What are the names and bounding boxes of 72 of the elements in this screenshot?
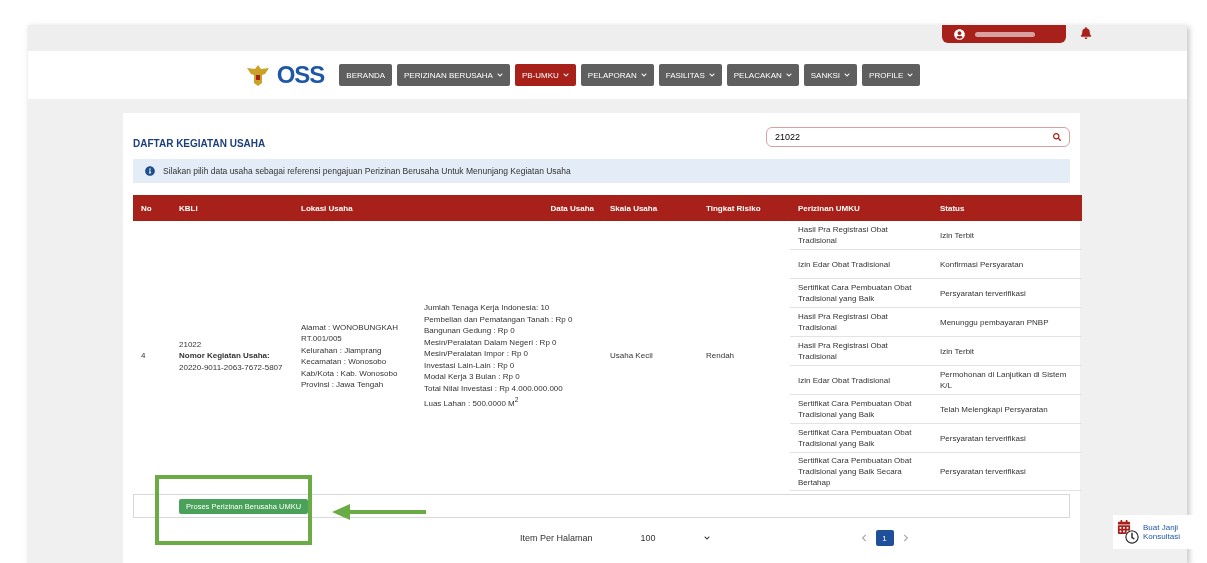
permit-status: Izin Terbit — [939, 229, 976, 242]
business-number: 20220-9011-2063-7672-5807 — [179, 361, 284, 374]
permit-name: Izin Edar Obat Tradisional — [797, 258, 892, 271]
column-header: Tingkat Risiko — [698, 195, 790, 221]
permit-status: Telah Melengkapi Persyaratan — [939, 403, 1049, 416]
table-cell-text: Rendah — [706, 350, 736, 362]
business-data-line: Modal Kerja 3 Bulan : Rp 0 — [424, 371, 521, 383]
permit-status: Persyaratan terverifikasi — [939, 287, 1027, 300]
page-button[interactable]: 1 — [875, 530, 894, 546]
permit-status: Persyaratan terverifikasi — [939, 466, 1027, 478]
nav-button[interactable]: PROFILE — [862, 64, 921, 86]
column-header: Data Usaha — [416, 195, 602, 221]
location-line: Kelurahan : Jlamprang — [301, 344, 383, 356]
search-field[interactable]: 21022 — [766, 127, 1070, 147]
info-icon — [145, 166, 155, 176]
calendar-clock-icon — [1117, 520, 1139, 544]
business-data-line: Mesin/Peralatan Dalam Negeri : Rp 0 — [424, 336, 558, 349]
permit-name: Sertifikat Cara Pembuatan Obat Tradisional yang Baik — [797, 427, 913, 450]
section-title: DAFTAR KEGIATAN USAHA — [133, 137, 266, 149]
location-line: Kecamatan : Wonosobo — [301, 356, 388, 368]
business-data-line: Bangunan Gedung : Rp 0 — [424, 325, 516, 337]
nav-button[interactable]: PELACAKAN — [726, 64, 799, 86]
per-page-select[interactable]: 100 — [640, 533, 656, 543]
permit-status: Persyaratan terverifikasi — [939, 432, 1027, 445]
permit-name: Hasil Pra Registrasi Obat Tradisional — [797, 224, 889, 247]
business-data-line: Total Nilai Investasi : Rp 4.000.000.000 — [424, 382, 564, 395]
column-header: No — [133, 195, 171, 221]
location-line: Provinsi : Jawa Tengah — [301, 379, 385, 391]
field-label: Nomor Kegiatan Usaha: — [179, 350, 271, 362]
user-menu[interactable] — [942, 25, 1066, 43]
permit-name: Sertifikat Cara Pembuatan Obat Tradisional yang Baik Secara Bertahap — [797, 455, 913, 489]
business-data-line: Jumlah Tenaga Kerja Indonesia: 10 — [424, 302, 551, 314]
permit-name: Hasil Pra Registrasi Obat Tradisional — [797, 340, 889, 363]
column-header: Skala Usaha — [602, 195, 698, 221]
permit-status: Permohonan di Lanjutkan di Sistem K/L — [939, 369, 1068, 392]
nav-button[interactable]: FASILITAS — [658, 64, 722, 86]
search-input[interactable]: 21022 — [775, 129, 1053, 145]
permit-status: Izin Terbit — [939, 345, 976, 358]
permit-name: Sertifikat Cara Pembuatan Obat Tradisional yang Baik — [797, 282, 913, 305]
table-cell-text: Usaha Kecil — [610, 350, 654, 362]
bell-icon[interactable] — [1080, 27, 1092, 39]
column-header: Lokasi Usaha — [293, 195, 416, 221]
nav-button[interactable]: BERANDA — [339, 64, 393, 86]
per-page-label: Item Per Halaman — [520, 533, 593, 543]
permit-status: Konfirmasi Persyaratan — [939, 258, 1025, 271]
nav-button[interactable]: SANKSI — [803, 64, 858, 86]
blurred-username — [975, 31, 1035, 37]
business-data-line: Pembelian dan Pematangan Tanah : Rp 0 — [424, 313, 574, 326]
eagle-emblem-icon — [244, 63, 271, 87]
business-data-line: Mesin/Peralatan Impor : Rp 0 — [424, 348, 530, 360]
permit-status: Menunggu pembayaran PNBP — [939, 316, 1050, 329]
chevron-icon — [703, 535, 710, 541]
table-cell-text: 4 — [141, 350, 147, 362]
nav-button[interactable]: PB-UMKU — [514, 64, 576, 86]
user-icon — [954, 28, 965, 40]
nav-button[interactable]: PERIZINAN BERUSAHA — [397, 64, 510, 86]
business-data-line: Investasi Lain-Lain : Rp 0 — [424, 359, 516, 372]
business-data-line: Luas Lahan : 500.0000 M$^{2}$ — [424, 395, 520, 410]
location-line: Alamat : WONOBUNGKAH RT.001/005 — [301, 321, 399, 345]
search-icon[interactable] — [1053, 133, 1061, 141]
brand-logo[interactable]: OSS — [276, 61, 325, 89]
permit-name: Hasil Pra Registrasi Obat Tradisional — [797, 311, 889, 334]
info-text: Silakan pilih data usaha sebagai referensi pengajuan Perizinan Berusaha Untuk Menunjang Kegiatan Usaha — [163, 166, 571, 176]
column-header: KBLI — [171, 195, 293, 221]
location-line: Kab/Kota : Kab. Wonosobo — [301, 367, 399, 379]
nav-button[interactable]: PELAPORAN — [580, 64, 654, 86]
column-header: Status — [932, 195, 1082, 221]
kbli-code: 21022 — [179, 338, 203, 351]
permit-name: Izin Edar Obat Tradisional — [797, 374, 892, 387]
widget-label: Buat Janji Konsultasi — [1143, 523, 1181, 541]
column-header: Perizinan UMKU — [790, 195, 932, 221]
permit-name: Sertifikat Cara Pembuatan Obat Tradisional yang Baik — [797, 398, 913, 421]
